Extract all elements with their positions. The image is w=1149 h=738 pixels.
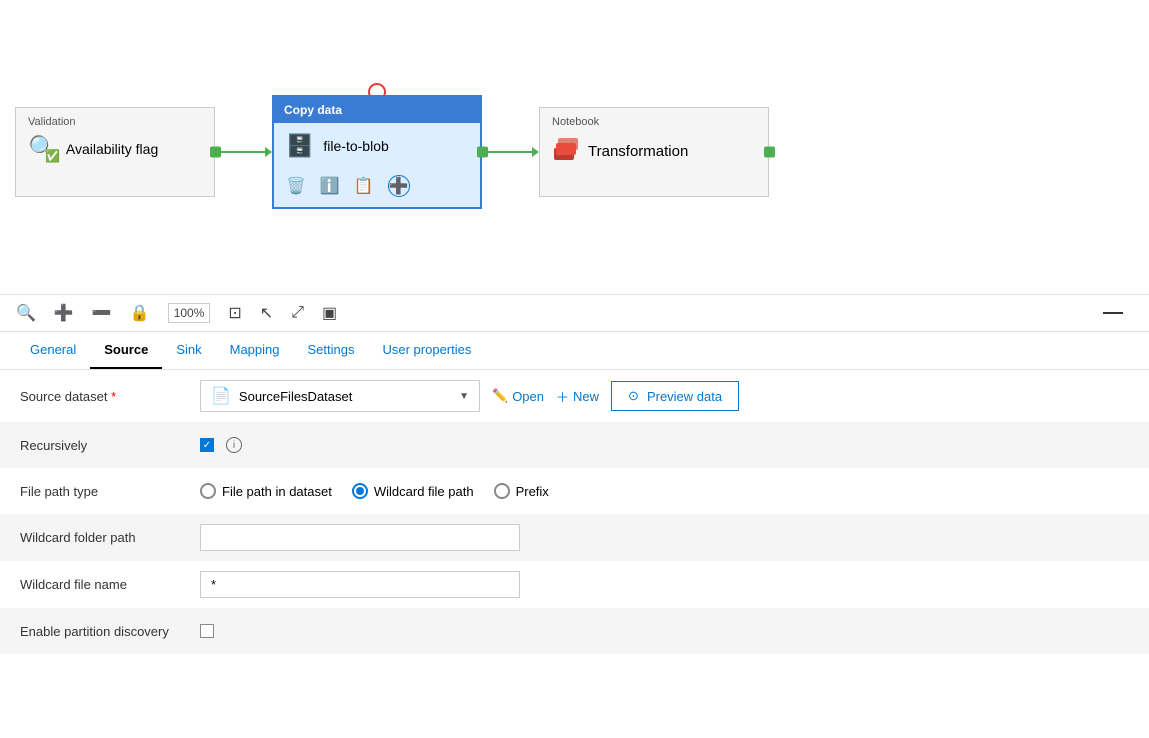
- tab-settings[interactable]: Settings: [294, 332, 369, 369]
- wildcard-file-label: Wildcard file name: [20, 577, 200, 592]
- radio-outer-1[interactable]: [200, 483, 216, 499]
- wildcard-folder-row: Wildcard folder path: [0, 514, 1149, 561]
- recursively-row: Recursively ✓ i: [0, 422, 1149, 468]
- wildcard-file-input[interactable]: [200, 571, 520, 598]
- radio-file-path-dataset[interactable]: File path in dataset: [200, 483, 332, 499]
- radio-inner-2: [356, 487, 364, 495]
- toolbar: 🔍 ➕ ➖ 🔒 100% ⊡ ↖ ⤢ ▣: [0, 295, 1149, 332]
- plus-icon: ＋: [556, 387, 569, 406]
- partition-checkbox[interactable]: [200, 624, 214, 638]
- search-toolbar-icon[interactable]: 🔍: [16, 303, 36, 323]
- copy-node[interactable]: Copy data 🗄️ file-to-blob 🗑️ ℹ️ 📋 ➕: [272, 95, 482, 209]
- add-toolbar-icon[interactable]: ➕: [54, 303, 74, 323]
- pencil-icon: ✏️: [492, 388, 508, 404]
- preview-icon: ⊙: [628, 388, 639, 404]
- wildcard-folder-label: Wildcard folder path: [20, 530, 200, 545]
- database-icon: 🗄️: [286, 133, 313, 159]
- zoom-toolbar-label[interactable]: 100%: [168, 303, 211, 323]
- notebook-node[interactable]: Notebook Transformation: [539, 107, 769, 197]
- radio-wildcard-file-path[interactable]: Wildcard file path: [352, 483, 474, 499]
- search-check-icon: 🔍✅: [28, 134, 58, 163]
- layers-icon[interactable]: ▣: [322, 303, 337, 323]
- radio-outer-3[interactable]: [494, 483, 510, 499]
- dropdown-arrow-icon: ▼: [459, 391, 469, 402]
- pipeline-canvas: Validation 🔍✅ Availability flag Copy dat…: [0, 0, 1149, 295]
- notebook-node-title: Notebook: [552, 116, 756, 128]
- validation-node-label: Availability flag: [66, 141, 158, 157]
- notebook-node-label: Transformation: [588, 143, 688, 160]
- file-path-type-row: File path type File path in dataset Wild…: [0, 468, 1149, 514]
- tab-mapping[interactable]: Mapping: [216, 332, 294, 369]
- form-area: Source dataset * 📄 SourceFilesDataset ▼ …: [0, 370, 1149, 654]
- open-button[interactable]: ✏️ Open: [492, 388, 544, 404]
- recursively-info-icon[interactable]: i: [226, 437, 242, 453]
- partition-discovery-row: Enable partition discovery: [0, 608, 1149, 654]
- tab-source[interactable]: Source: [90, 332, 162, 369]
- copy-node-label: file-to-blob: [323, 138, 388, 154]
- notebook-icon: [552, 134, 580, 169]
- info-icon[interactable]: ℹ️: [320, 176, 340, 196]
- copy-node-actions: 🗑️ ℹ️ 📋 ➕: [274, 169, 480, 207]
- tab-user-properties[interactable]: User properties: [368, 332, 485, 369]
- validation-node-title: Validation: [28, 116, 202, 128]
- delete-icon[interactable]: 🗑️: [286, 176, 306, 196]
- preview-data-button[interactable]: ⊙ Preview data: [611, 381, 739, 411]
- recursively-checkbox[interactable]: ✓: [200, 438, 214, 452]
- tabs-bar: General Source Sink Mapping Settings Use…: [0, 332, 1149, 370]
- radio-prefix[interactable]: Prefix: [494, 483, 549, 499]
- arrow-1: [215, 147, 272, 157]
- pipeline-nodes: Validation 🔍✅ Availability flag Copy dat…: [15, 95, 769, 209]
- new-button[interactable]: ＋ New: [556, 387, 599, 406]
- partition-discovery-label: Enable partition discovery: [20, 624, 200, 639]
- arrow-2: [482, 147, 539, 157]
- subtract-toolbar-icon[interactable]: ➖: [92, 303, 112, 323]
- radio-label-3: Prefix: [516, 484, 549, 499]
- fit-screen-icon[interactable]: ⊡: [228, 303, 241, 323]
- copy-icon[interactable]: 📋: [354, 176, 374, 196]
- notebook-right-connector: [764, 147, 775, 158]
- file-path-radio-group: File path in dataset Wildcard file path …: [200, 483, 549, 499]
- wildcard-file-row: Wildcard file name: [0, 561, 1149, 608]
- file-path-type-label: File path type: [20, 484, 200, 499]
- partition-checkbox-wrap[interactable]: [200, 624, 214, 638]
- recursively-label: Recursively: [20, 438, 200, 453]
- lock-toolbar-icon[interactable]: 🔒: [130, 303, 150, 323]
- resize-icon[interactable]: ⤢: [291, 304, 304, 322]
- recursively-checkbox-wrap[interactable]: ✓: [200, 438, 214, 452]
- source-dataset-row: Source dataset * 📄 SourceFilesDataset ▼ …: [0, 370, 1149, 422]
- tab-general[interactable]: General: [16, 332, 90, 369]
- radio-outer-2[interactable]: [352, 483, 368, 499]
- dataset-icon: 📄: [211, 386, 231, 406]
- validation-node[interactable]: Validation 🔍✅ Availability flag: [15, 107, 215, 197]
- radio-label-2: Wildcard file path: [374, 484, 474, 499]
- select-icon[interactable]: ↖: [260, 303, 273, 323]
- wildcard-folder-input[interactable]: [200, 524, 520, 551]
- copy-node-title: Copy data: [274, 97, 480, 123]
- add-activity-icon[interactable]: ➕: [388, 175, 410, 197]
- tab-sink[interactable]: Sink: [162, 332, 215, 369]
- source-dataset-label: Source dataset *: [20, 389, 200, 404]
- source-dataset-dropdown[interactable]: 📄 SourceFilesDataset ▼: [200, 380, 480, 412]
- dataset-value: SourceFilesDataset: [239, 389, 352, 404]
- radio-label-1: File path in dataset: [222, 484, 332, 499]
- toolbar-separator: [1103, 312, 1123, 314]
